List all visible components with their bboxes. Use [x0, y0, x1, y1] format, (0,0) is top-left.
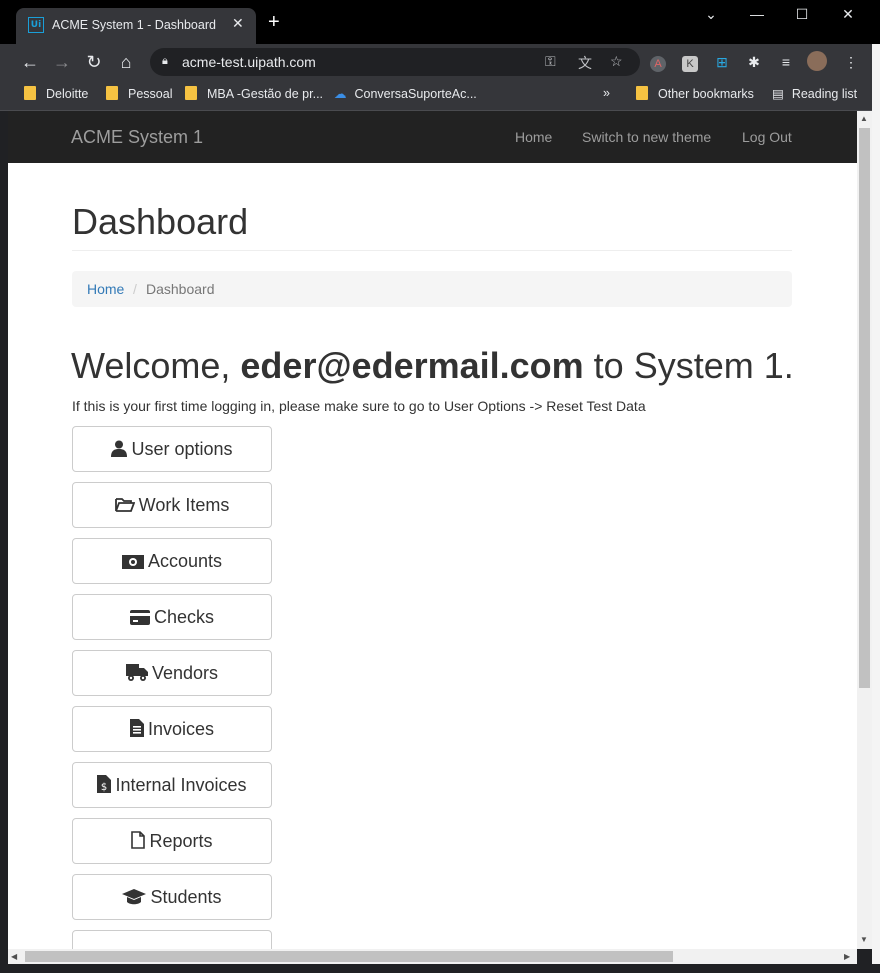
breadcrumb-home-link[interactable]: Home: [87, 281, 124, 297]
vendors-button[interactable]: Vendors: [72, 650, 272, 696]
web-page: ACME System 1 Home Switch to new theme L…: [8, 111, 857, 949]
user-options-button[interactable]: User options: [72, 426, 272, 472]
horizontal-scroll-thumb[interactable]: [25, 951, 673, 962]
svg-text:$: $: [101, 782, 107, 793]
internal-invoices-button[interactable]: $ Internal Invoices: [72, 762, 272, 808]
bookmark-conversa[interactable]: ☁ ConversaSuporteAc...: [334, 86, 477, 101]
horizontal-scrollbar[interactable]: ◀ ▶: [8, 949, 857, 964]
welcome-suffix: to System 1.: [593, 345, 794, 386]
credit-card-icon: [129, 610, 150, 625]
vertical-scrollbar[interactable]: ▲ ▼: [857, 111, 872, 949]
bookmark-deloitte[interactable]: Deloitte: [24, 86, 88, 101]
tab-strip: Ui ACME System 1 - Dashboard ✕ + ⌄ — ☐ ✕: [0, 0, 880, 44]
reports-button[interactable]: Reports: [72, 818, 272, 864]
browser-toolbar: ← → ↻ ⌂ 🔒︎ acme-test.uipath.com ⚿ 文 ☆ A …: [0, 44, 880, 80]
address-bar[interactable]: 🔒︎ acme-test.uipath.com ⚿ 文 ☆: [150, 48, 640, 76]
close-window-icon[interactable]: ✕: [833, 6, 863, 23]
folder-open-icon: [114, 498, 135, 512]
window-bottom-edge: [0, 964, 880, 973]
welcome-heading: Welcome, eder@edermail.com to System 1.: [71, 345, 794, 387]
invoices-button[interactable]: Invoices: [72, 706, 272, 752]
bookmark-pessoal[interactable]: Pessoal: [106, 86, 172, 101]
site-navbar: ACME System 1 Home Switch to new theme L…: [8, 111, 857, 163]
browser-menu-icon[interactable]: ⋮: [840, 51, 862, 73]
folder-icon: [106, 86, 118, 100]
money-icon: [121, 555, 144, 569]
extensions-puzzle-icon[interactable]: ✱: [743, 51, 765, 73]
welcome-prefix: Welcome,: [71, 345, 231, 386]
key-icon[interactable]: ⚿: [545, 53, 556, 70]
accounts-button[interactable]: Accounts: [72, 538, 272, 584]
browser-tab[interactable]: Ui ACME System 1 - Dashboard ✕: [16, 8, 256, 44]
next-menu-button-partial[interactable]: [72, 930, 272, 949]
translate-icon[interactable]: 文: [578, 53, 592, 73]
truck-icon: [125, 664, 148, 681]
onedrive-cloud-icon: ☁: [334, 87, 347, 101]
file-invoice-dollar-icon: $: [97, 775, 112, 793]
students-button[interactable]: Students: [72, 874, 272, 920]
tab-title: ACME System 1 - Dashboard: [52, 18, 216, 32]
nav-switch-theme-link[interactable]: Switch to new theme: [582, 129, 711, 145]
new-tab-icon[interactable]: +: [268, 12, 280, 32]
breadcrumb-separator: /: [133, 281, 137, 297]
reading-list[interactable]: ▤ Reading list: [772, 86, 857, 101]
windows-icon[interactable]: ⊞: [711, 51, 733, 73]
folder-icon: [636, 86, 648, 100]
scroll-up-icon[interactable]: ▲: [860, 114, 868, 123]
close-tab-icon[interactable]: ✕: [232, 15, 244, 32]
url-text[interactable]: acme-test.uipath.com: [182, 54, 316, 70]
welcome-user: eder@edermail.com: [240, 345, 584, 386]
first-login-note: If this is your first time logging in, p…: [72, 398, 646, 414]
background-window-strip: [872, 44, 880, 973]
title-divider: [72, 250, 792, 251]
media-control-icon[interactable]: ≡: [775, 51, 797, 73]
folder-icon: [185, 86, 197, 100]
file-icon: [131, 831, 146, 849]
bookmark-mba[interactable]: MBA -Gestão de pr...: [185, 86, 323, 101]
breadcrumb: Home / Dashboard: [72, 271, 792, 307]
forward-icon[interactable]: →: [50, 50, 74, 74]
scroll-right-icon[interactable]: ▶: [844, 952, 850, 961]
home-icon[interactable]: ⌂: [114, 50, 138, 74]
bookmark-star-icon[interactable]: ☆: [610, 53, 623, 70]
tab-search-icon[interactable]: ⌄: [696, 6, 726, 23]
reload-icon[interactable]: ↻: [82, 50, 106, 74]
extension-k-icon[interactable]: K: [679, 51, 701, 73]
profile-avatar[interactable]: [806, 51, 828, 73]
lock-icon[interactable]: 🔒︎: [162, 55, 168, 68]
back-icon[interactable]: ←: [18, 50, 42, 74]
site-brand[interactable]: ACME System 1: [71, 127, 203, 148]
page-title: Dashboard: [72, 201, 249, 242]
minimize-icon[interactable]: —: [742, 6, 772, 22]
reading-list-icon: ▤: [772, 87, 784, 101]
graduation-cap-icon: [122, 889, 147, 905]
scroll-left-icon[interactable]: ◀: [11, 952, 17, 961]
more-bookmarks-icon[interactable]: »: [603, 86, 610, 100]
extension-a-icon[interactable]: A: [647, 51, 669, 73]
uipath-favicon-icon: Ui: [28, 17, 44, 33]
nav-logout-link[interactable]: Log Out: [742, 129, 792, 145]
maximize-icon[interactable]: ☐: [787, 6, 817, 23]
scroll-down-icon[interactable]: ▼: [860, 935, 868, 944]
work-items-button[interactable]: Work Items: [72, 482, 272, 528]
file-text-icon: [129, 719, 144, 737]
checks-button[interactable]: Checks: [72, 594, 272, 640]
nav-home-link[interactable]: Home: [515, 129, 552, 145]
user-icon: [111, 440, 128, 457]
vertical-scroll-thumb[interactable]: [859, 128, 870, 688]
other-bookmarks[interactable]: Other bookmarks: [636, 86, 754, 101]
breadcrumb-current: Dashboard: [146, 281, 215, 297]
folder-icon: [24, 86, 36, 100]
bookmarks-bar: Deloitte Pessoal MBA -Gestão de pr... ☁ C…: [0, 80, 880, 111]
